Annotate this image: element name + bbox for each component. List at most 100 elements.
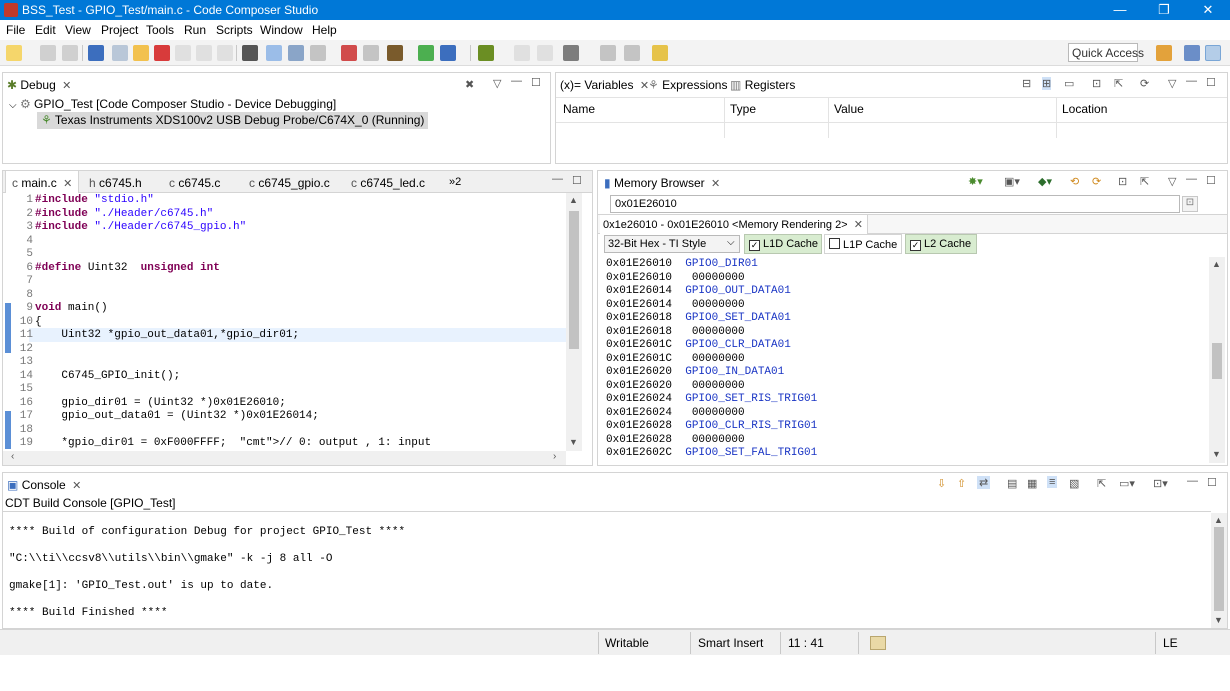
go-back-icon[interactable]: ⟲ <box>1070 175 1079 188</box>
tab-c6745-h[interactable]: h c6745.h <box>89 171 142 195</box>
load-program-icon[interactable] <box>310 45 326 61</box>
quick-access-input[interactable]: Quick Access <box>1068 43 1144 62</box>
pin-view-icon[interactable]: ⇱ <box>1114 77 1123 90</box>
forward-icon[interactable] <box>537 45 553 61</box>
tab-c6745-led-c[interactable]: c c6745_led.c <box>351 171 425 195</box>
menu-run[interactable]: Run <box>184 23 206 37</box>
column-header-value[interactable]: Value <box>834 102 864 116</box>
debug-config-icon[interactable] <box>478 45 494 61</box>
step-return-icon[interactable] <box>217 45 233 61</box>
scroll-right-icon[interactable]: › <box>553 451 556 462</box>
menu-view[interactable]: View <box>65 23 91 37</box>
collapse-all-icon[interactable]: ⊟ <box>1022 77 1031 90</box>
refresh-memory-icon[interactable]: ✸▾ <box>968 175 983 188</box>
memory-row[interactable]: 0x01E26010 GPIO0_DIR01 <box>606 258 758 272</box>
scroll-left-icon[interactable]: ‹ <box>11 451 14 462</box>
memory-row[interactable]: 0x01E26024 00000000 <box>606 407 745 421</box>
minimize-button[interactable]: — <box>1098 0 1142 20</box>
menu-help[interactable]: Help <box>312 23 337 37</box>
maximize-view-icon[interactable]: ☐ <box>1207 476 1217 489</box>
memory-address-input[interactable]: 0x01E26010 <box>610 195 1180 213</box>
go-forward-icon[interactable]: ⟳ <box>1092 175 1101 188</box>
memory-row[interactable]: 0x01E26020 00000000 <box>606 380 745 394</box>
external-tools-icon[interactable] <box>440 45 456 61</box>
minimize-view-icon[interactable]: — <box>1187 475 1198 487</box>
run-icon[interactable] <box>418 45 434 61</box>
suspend-icon[interactable] <box>133 45 149 61</box>
step-over-icon[interactable] <box>196 45 212 61</box>
scroll-lock-icon[interactable]: ≡ <box>1047 476 1058 488</box>
build-status-icon[interactable] <box>870 636 886 650</box>
close-icon[interactable]: ✕ <box>60 178 72 190</box>
memory-row[interactable]: 0x01E2601C GPIO0_CLR_DATA01 <box>606 339 791 353</box>
tab-main-c[interactable]: c main.c ✕ <box>5 171 79 193</box>
memory-row[interactable]: 0x01E2602C GPIO0_SET_FAL_TRIG01 <box>606 447 817 461</box>
ccs-edit-perspective-icon[interactable] <box>1184 45 1200 61</box>
close-icon[interactable]: ✕ <box>69 480 81 492</box>
pin-view-icon[interactable]: ⇱ <box>1140 175 1149 188</box>
skip-breakpoints-icon[interactable] <box>363 45 379 61</box>
close-icon[interactable]: ✕ <box>851 219 863 231</box>
clear-console-icon[interactable]: ▦ <box>1027 477 1037 490</box>
back-icon[interactable] <box>514 45 530 61</box>
link-console-icon[interactable]: ⇄ <box>977 476 991 489</box>
previous-error-icon[interactable]: ⇧ <box>957 477 966 490</box>
menu-project[interactable]: Project <box>101 23 138 37</box>
new-view-icon[interactable]: ⊡ <box>1118 175 1127 188</box>
memory-row[interactable]: 0x01E26020 GPIO0_IN_DATA01 <box>606 366 784 380</box>
memory-row[interactable]: 0x01E26028 GPIO0_CLR_RIS_TRIG01 <box>606 420 817 434</box>
editor-vertical-scrollbar[interactable]: ▲ ▼ <box>566 193 582 451</box>
tab-memory-rendering[interactable]: 0x1e26010 - 0x01E26010 <Memory Rendering… <box>600 215 868 234</box>
copy-icon[interactable]: ▤ <box>1007 477 1017 490</box>
tab-variables[interactable]: (x)= Variables ✕ <box>560 73 649 97</box>
memory-row[interactable]: 0x01E26014 00000000 <box>606 299 745 313</box>
minimize-view-icon[interactable]: — <box>1186 75 1197 87</box>
maximize-button[interactable]: ❐ <box>1142 0 1186 20</box>
minimize-view-icon[interactable]: — <box>511 75 522 87</box>
no-entry-icon[interactable] <box>600 45 616 61</box>
tab-c6745-c[interactable]: c c6745.c <box>169 171 220 195</box>
memory-row[interactable]: 0x01E26028 00000000 <box>606 434 745 448</box>
maximize-view-icon[interactable]: ☐ <box>572 174 582 187</box>
view-menu-icon[interactable]: ▽ <box>1168 175 1176 188</box>
pin-icon[interactable] <box>652 45 668 61</box>
menu-edit[interactable]: Edit <box>35 23 56 37</box>
close-icon[interactable]: ✕ <box>59 80 71 92</box>
breakpoint-icon[interactable] <box>341 45 357 61</box>
scroll-up-icon[interactable]: ▲ <box>569 195 578 205</box>
scroll-up-icon[interactable]: ▲ <box>1214 515 1223 525</box>
layout-icon[interactable]: ▭ <box>1064 77 1074 90</box>
column-header-name[interactable]: Name <box>563 102 595 116</box>
view-menu-icon[interactable]: ▽ <box>493 77 501 90</box>
save-memory-icon[interactable]: ▣▾ <box>1004 175 1020 188</box>
close-button[interactable]: ✕ <box>1186 0 1230 20</box>
l1p-cache-checkbox[interactable]: L1P Cache <box>824 234 902 254</box>
memory-row[interactable]: 0x01E26024 GPIO0_SET_RIS_TRIG01 <box>606 393 817 407</box>
maximize-view-icon[interactable]: ☐ <box>1206 174 1216 187</box>
tab-memory-browser[interactable]: ▮ Memory Browser ✕ <box>604 171 720 195</box>
editor-horizontal-scrollbar[interactable]: ‹ › <box>3 451 566 465</box>
menu-file[interactable]: File <box>6 23 25 37</box>
new-icon[interactable] <box>6 45 22 61</box>
minimize-view-icon[interactable]: — <box>552 173 563 185</box>
link-icon[interactable] <box>288 45 304 61</box>
maximize-view-icon[interactable]: ☐ <box>1206 76 1216 89</box>
pin-console-icon[interactable]: ⇱ <box>1097 477 1106 490</box>
console-vertical-scrollbar[interactable]: ▲ ▼ <box>1211 513 1227 628</box>
build-icon[interactable] <box>387 45 403 61</box>
menu-scripts[interactable]: Scripts <box>216 23 253 37</box>
menu-window[interactable]: Window <box>260 23 303 37</box>
scroll-thumb[interactable] <box>1214 527 1224 611</box>
column-header-type[interactable]: Type <box>730 102 756 116</box>
debug-tree-item-probe[interactable]: ⚘ Texas Instruments XDS100v2 USB Debug P… <box>37 112 429 129</box>
debug-view-icon[interactable] <box>88 45 104 61</box>
refresh-icon[interactable]: ⟳ <box>1140 77 1149 90</box>
connect-icon[interactable] <box>266 45 282 61</box>
step-into-icon[interactable] <box>175 45 191 61</box>
l2-cache-checkbox[interactable]: ✓ L2 Cache <box>905 234 977 254</box>
display-console-icon[interactable]: ▭▾ <box>1119 477 1135 490</box>
view-menu-icon[interactable]: ▽ <box>1168 77 1176 90</box>
memory-rendering-area[interactable]: 0x01E26010 GPIO0_DIR01 0x01E26010 0000000… <box>598 258 1208 464</box>
l1d-cache-checkbox[interactable]: ✓ L1D Cache <box>744 234 822 254</box>
tab-debug[interactable]: ✱ Debug ✕ <box>7 73 71 97</box>
